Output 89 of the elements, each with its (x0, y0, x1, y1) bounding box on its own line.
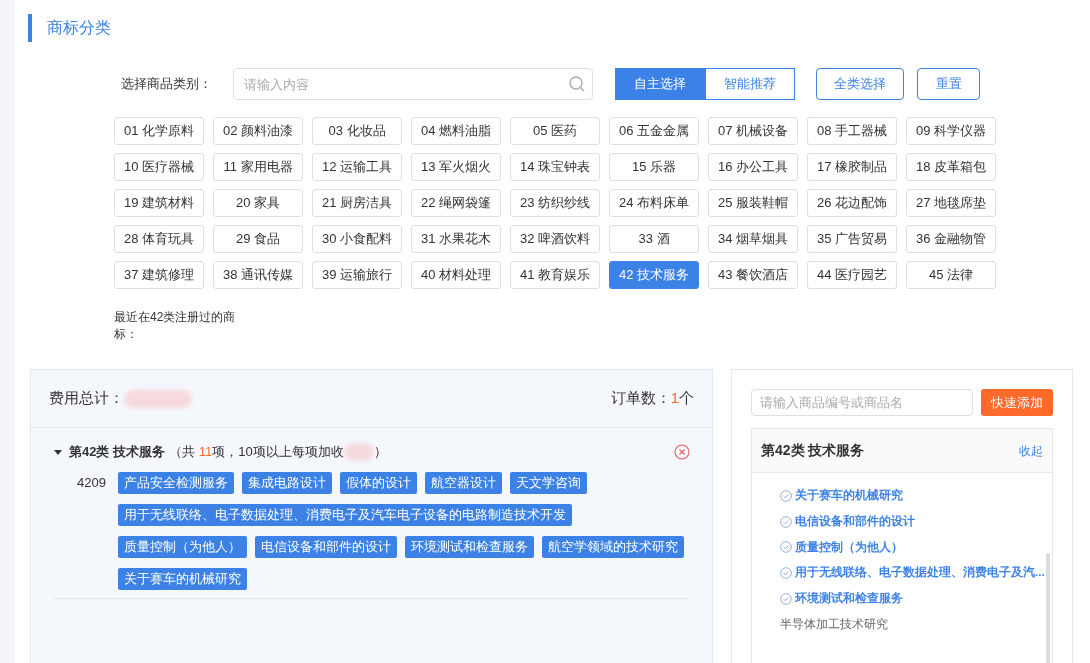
item-tag[interactable]: 航空学领域的技术研究 (542, 535, 684, 558)
check-circle-icon (780, 515, 792, 528)
category-tag[interactable]: 03 化妆品 (312, 117, 402, 145)
category-tag[interactable]: 43 餐饮酒店 (708, 261, 798, 289)
item-tag[interactable]: 关于赛车的机械研究 (118, 567, 247, 590)
category-tag[interactable]: 30 小食配料 (312, 225, 402, 253)
check-circle-icon (780, 592, 792, 605)
scrollbar[interactable] (1046, 553, 1050, 663)
category-tag[interactable]: 28 体育玩具 (114, 225, 204, 253)
service-item[interactable]: 环境测试和检查服务 (780, 585, 1052, 612)
category-tag[interactable]: 18 皮革箱包 (906, 153, 996, 181)
service-item[interactable]: 质量控制（为他人） (780, 534, 1052, 561)
check-circle-icon (780, 489, 792, 502)
category-tag[interactable]: 42 技术服务 (609, 261, 699, 289)
check-circle-icon (780, 566, 792, 579)
item-tag[interactable]: 环境测试和检查服务 (405, 535, 534, 558)
check-circle-icon (780, 541, 792, 554)
collapse-link[interactable]: 收起 (1019, 441, 1043, 460)
category-tag[interactable]: 27 地毯席垫 (906, 189, 996, 217)
category-tag[interactable]: 24 布料床单 (609, 189, 699, 217)
search-field[interactable]: 请输入内容 (233, 68, 593, 100)
service-item[interactable]: 半导体加工技术研究 (780, 611, 1052, 638)
select-all-button[interactable]: 全类选择 (816, 68, 904, 100)
recent-note: 最近在42类注册过的商标： (114, 309, 237, 343)
category-tag[interactable]: 29 食品 (213, 225, 303, 253)
item-tag[interactable]: 电信设备和部件的设计 (255, 535, 397, 558)
category-tag[interactable]: 12 运输工具 (312, 153, 402, 181)
category-label: 选择商品类别： (121, 75, 213, 94)
category-tag[interactable]: 34 烟草烟具 (708, 225, 798, 253)
category-tag[interactable]: 08 手工器械 (807, 117, 897, 145)
category-tag[interactable]: 15 乐器 (609, 153, 699, 181)
category-tag[interactable]: 25 服装鞋帽 (708, 189, 798, 217)
category-tag[interactable]: 19 建筑材料 (114, 189, 204, 217)
total-label: 费用总计： (49, 388, 124, 409)
panel-title: 第42类 技术服务 (761, 441, 865, 460)
category-tag[interactable]: 02 颜料油漆 (213, 117, 303, 145)
category-tag[interactable]: 16 办公工具 (708, 153, 798, 181)
item-tag[interactable]: 产品安全检测服务 (118, 471, 234, 494)
category-tag[interactable]: 26 花边配饰 (807, 189, 897, 217)
item-tag[interactable]: 质量控制（为他人） (118, 535, 247, 558)
category-tag[interactable]: 44 医疗园艺 (807, 261, 897, 289)
item-search-field[interactable]: 请输入商品编号或商品名 (751, 389, 974, 416)
category-tag[interactable]: 32 啤酒饮料 (510, 225, 600, 253)
category-tag[interactable]: 36 金融物管 (906, 225, 996, 253)
section-title: 商标分类 (47, 18, 111, 38)
category-tag[interactable]: 05 医药 (510, 117, 600, 145)
category-tag[interactable]: 04 燃料油脂 (411, 117, 501, 145)
group-summary: （共 11项，10项以上每项加收 (169, 443, 344, 461)
reset-button[interactable]: 重置 (917, 68, 980, 100)
service-item[interactable]: 关于赛车的机械研究 (780, 483, 1052, 509)
category-tag[interactable]: 01 化学原料 (114, 117, 204, 145)
mode-tab[interactable]: 自主选择 (615, 68, 705, 100)
category-tag[interactable]: 13 军火烟火 (411, 153, 501, 181)
mode-tab[interactable]: 智能推荐 (705, 68, 795, 100)
category-tag[interactable]: 17 橡胶制品 (807, 153, 897, 181)
category-tag[interactable]: 09 科学仪器 (906, 117, 996, 145)
category-tag[interactable]: 10 医疗器械 (114, 153, 204, 181)
category-tag[interactable]: 22 绳网袋篷 (411, 189, 501, 217)
category-tag[interactable]: 07 机械设备 (708, 117, 798, 145)
category-tag[interactable]: 23 纺织纱线 (510, 189, 600, 217)
category-tag[interactable]: 11 家用电器 (213, 153, 303, 181)
redacted-blur (343, 442, 374, 461)
group-title: 第42类 技术服务 (69, 443, 166, 461)
category-tag[interactable]: 14 珠宝钟表 (510, 153, 600, 181)
remove-icon[interactable] (674, 443, 690, 460)
item-tag[interactable]: 航空器设计 (425, 471, 502, 494)
service-item[interactable]: 用于无线联络、电子数据处理、消费电子及汽... (780, 560, 1052, 586)
service-item[interactable]: 电信设备和部件的设计 (780, 508, 1052, 535)
order-count: 订单数：1个 (610, 388, 694, 409)
item-code: 4209 (76, 473, 107, 492)
redacted-blur (124, 389, 192, 408)
item-tag[interactable]: 天文学咨询 (510, 471, 587, 494)
category-tag[interactable]: 06 五金金属 (609, 117, 699, 145)
category-tag[interactable]: 35 广告贸易 (807, 225, 897, 253)
group-summary-end: ） (373, 443, 387, 461)
category-tag[interactable]: 21 厨房洁具 (312, 189, 402, 217)
category-tag[interactable]: 45 法律 (906, 261, 996, 289)
category-tag[interactable]: 38 通讯传媒 (213, 261, 303, 289)
search-icon (569, 76, 585, 92)
category-tag[interactable]: 37 建筑修理 (114, 261, 204, 289)
category-tag[interactable]: 40 材料处理 (411, 261, 501, 289)
item-tag[interactable]: 用于无线联络、电子数据处理、消费电子及汽车电子设备的电路制造技术开发 (118, 503, 572, 526)
category-tag[interactable]: 39 运输旅行 (312, 261, 402, 289)
item-tag[interactable]: 集成电路设计 (242, 471, 332, 494)
item-tag[interactable]: 假体的设计 (340, 471, 417, 494)
category-tag[interactable]: 33 酒 (609, 225, 699, 253)
category-tag[interactable]: 20 家具 (213, 189, 303, 217)
category-tag[interactable]: 31 水果花木 (411, 225, 501, 253)
category-tag[interactable]: 41 教育娱乐 (510, 261, 600, 289)
